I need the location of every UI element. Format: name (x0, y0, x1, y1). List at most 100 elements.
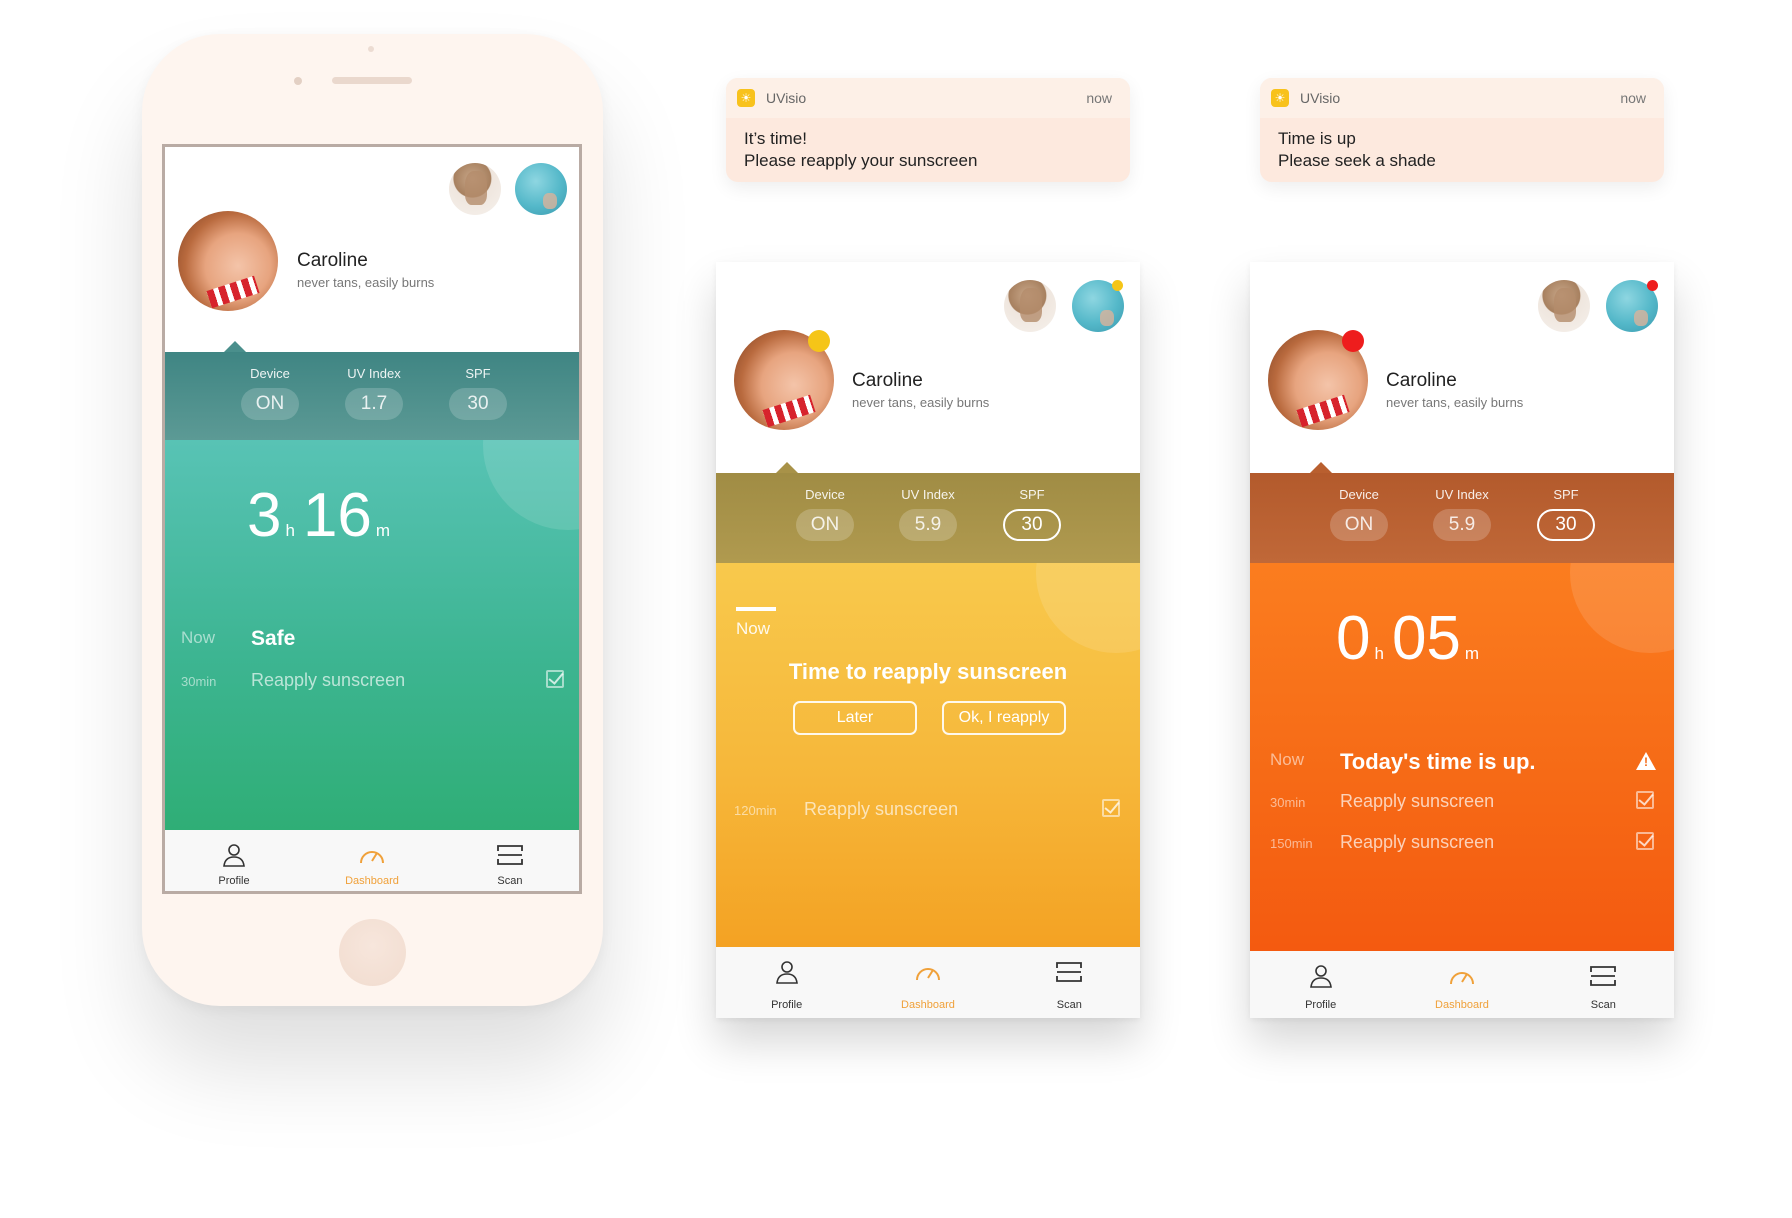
tab-dashboard[interactable]: Dashboard (1391, 951, 1532, 1018)
tab-scan[interactable]: Scan (1533, 951, 1674, 1018)
uv-stat: UV Index 5.9 (899, 487, 957, 541)
uv-label: UV Index (901, 487, 955, 502)
row-status-safe: Safe (251, 627, 296, 650)
spf-value[interactable]: 30 (449, 388, 507, 420)
device-label: Device (250, 366, 290, 381)
profile-skin-type: never tans, easily burns (1386, 395, 1524, 410)
profile-avatar (178, 211, 278, 311)
spf-label: SPF (1019, 487, 1045, 502)
profile-icon (775, 961, 798, 984)
screen-safe: Caroline never tans, easily burns Device… (162, 144, 582, 894)
row-time: 30min (181, 674, 217, 689)
tab-scan[interactable]: Scan (999, 947, 1140, 1018)
device-value[interactable]: ON (796, 509, 854, 541)
tab-dashboard[interactable]: Dashboard (303, 830, 441, 891)
device-label: Device (805, 487, 845, 502)
minutes-value: 16 (302, 481, 372, 550)
child-avatar-small[interactable] (1004, 280, 1056, 332)
profile-name: Caroline (297, 250, 368, 271)
notification-body: Time is up Please seek a shade (1260, 118, 1664, 182)
profile-icon (223, 844, 245, 867)
alert-dot (1112, 280, 1123, 291)
tab-dashboard-label: Dashboard (345, 875, 399, 887)
phone-speaker (332, 77, 412, 84)
checkbox-icon[interactable] (1636, 791, 1654, 809)
child-avatar-small[interactable] (449, 163, 501, 215)
tab-profile[interactable]: Profile (1250, 951, 1391, 1018)
row-reminder: Reapply sunscreen (804, 799, 959, 819)
tab-profile-label: Profile (771, 999, 803, 1011)
tab-bar: Profile Dashboard Scan (716, 947, 1140, 1018)
tab-profile[interactable]: Profile (165, 830, 303, 891)
dashboard-icon (1449, 972, 1474, 985)
tab-dashboard-label: Dashboard (901, 999, 955, 1011)
row-status-time-up: Today's time is up. (1340, 749, 1536, 774)
notification-app-name: UVisio (766, 90, 807, 106)
device-value[interactable]: ON (1330, 509, 1388, 541)
hours-unit: h (1374, 644, 1384, 663)
sun-graphic (1570, 563, 1674, 653)
dashboard-icon (359, 851, 384, 864)
hours-unit: h (285, 521, 295, 540)
header-notch (776, 462, 798, 473)
tab-dashboard[interactable]: Dashboard (857, 947, 998, 1018)
uv-value: 1.7 (345, 388, 403, 420)
profile-name: Caroline (852, 370, 923, 391)
spf-stat: SPF 30 (449, 366, 507, 420)
reapply-headline: Time to reapply sunscreen (788, 659, 1068, 684)
notification-header: ☀ UVisio now (1260, 78, 1664, 118)
scan-icon (1590, 966, 1617, 986)
tab-profile-label: Profile (218, 875, 250, 887)
notification-title: It’s time! (744, 129, 807, 148)
notification-time: now (1086, 90, 1112, 106)
row-time-now: Now (1270, 750, 1305, 769)
row-time-now: Now (181, 628, 216, 647)
profile-skin-type: never tans, easily burns (852, 395, 990, 410)
uv-stat: UV Index 5.9 (1433, 487, 1491, 541)
notification-app-name: UVisio (1300, 90, 1341, 106)
device-stat: Device ON (241, 366, 299, 420)
spf-label: SPF (1553, 487, 1579, 502)
checkbox-icon[interactable] (1102, 799, 1120, 817)
screen-reapply: Caroline never tans, easily burns Device… (716, 262, 1140, 1018)
status-dot (808, 330, 830, 352)
checkbox-icon[interactable] (1636, 832, 1654, 850)
row-time-now: Now (736, 619, 771, 638)
tab-bar: Profile Dashboard Scan (165, 830, 579, 891)
status-body: 0h 05m Now Today's time is up. 30min Reap… (1250, 563, 1674, 951)
spf-value[interactable]: 30 (1003, 509, 1061, 541)
tab-scan-label: Scan (1056, 999, 1082, 1011)
notification-time-up[interactable]: ☀ UVisio now Time is up Please seek a sh… (1260, 78, 1664, 182)
device-label: Device (1339, 487, 1379, 502)
row-reminder: Reapply sunscreen (251, 670, 406, 690)
spf-stat: SPF 30 (1003, 487, 1061, 541)
notification-reapply[interactable]: ☀ UVisio now It’s time! Please reapply y… (726, 78, 1130, 182)
sun-app-icon: ☀ (1271, 89, 1289, 107)
uv-label: UV Index (1435, 487, 1489, 502)
later-button[interactable]: Later (793, 701, 917, 735)
device-value[interactable]: ON (241, 388, 299, 420)
notification-message: Please seek a shade (1278, 151, 1436, 170)
tab-scan-label: Scan (1590, 999, 1616, 1011)
dashboard-icon (915, 968, 940, 981)
hours-value: 3 (247, 481, 282, 550)
minutes-value: 05 (1391, 604, 1461, 673)
tab-profile[interactable]: Profile (716, 947, 857, 1018)
notification-message: Please reapply your sunscreen (744, 151, 978, 170)
alert-dot (1647, 280, 1658, 291)
home-button[interactable] (339, 919, 406, 986)
status-header: Device ON UV Index 5.9 SPF 30 (1250, 473, 1674, 563)
spf-label: SPF (465, 366, 491, 381)
phone-mockup: Caroline never tans, easily burns Device… (142, 34, 603, 1006)
ok-reapply-button[interactable]: Ok, I reapply (942, 701, 1066, 735)
phone-sensor (368, 46, 374, 52)
spf-value[interactable]: 30 (1537, 509, 1595, 541)
child-avatar-small[interactable] (1538, 280, 1590, 332)
checkbox-icon[interactable] (546, 670, 564, 688)
child-avatar-small-2[interactable] (515, 163, 567, 215)
row-reminder: Reapply sunscreen (1340, 832, 1495, 852)
tab-scan[interactable]: Scan (441, 830, 579, 891)
hours-value: 0 (1336, 604, 1371, 673)
warning-icon (1636, 752, 1656, 770)
notification-body: It’s time! Please reapply your sunscreen (726, 118, 1130, 182)
